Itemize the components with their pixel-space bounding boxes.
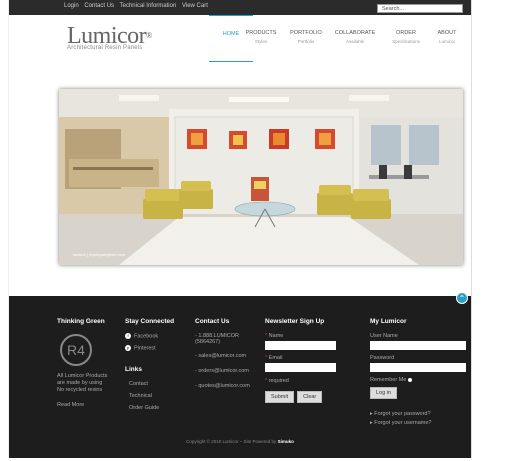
nav-products-sub: Styles (254, 39, 268, 44)
chevron-up-icon: ⌃ (458, 294, 466, 303)
hero-image: lumicor | mystiqueryform.com (59, 89, 463, 265)
contact-heading: Contact Us (195, 318, 230, 325)
nav-portfolio-label: PORTFOLIO (290, 30, 322, 36)
password-input[interactable] (370, 363, 466, 372)
green-text-2: are made by using (57, 380, 103, 386)
green-text-1: All Lumicor Products (57, 373, 108, 379)
nav-collaborate[interactable]: COLLABORATE Available (333, 15, 377, 60)
technical-information-link[interactable]: Technical Information (120, 3, 177, 9)
nav-collaborate-label: COLLABORATE (334, 30, 376, 36)
copyright-text: Copyright © 2010 Lumicor – Site Powered … (186, 439, 277, 444)
remember-me-checkbox[interactable] (407, 377, 412, 382)
view-cart-link[interactable]: View Cart (182, 3, 208, 9)
footer-newsletter: Newsletter Sign Up * Name * Email * requ… (265, 318, 336, 403)
powered-by-link[interactable]: Simuko (278, 439, 294, 444)
newsletter-email-input[interactable] (265, 363, 336, 372)
forgot-password-text: Forgot your password? (374, 411, 431, 417)
nav-collaborate-sub: Available (345, 39, 365, 44)
nav-about-sub: Lumicor (438, 39, 455, 44)
facebook-label: Facebook (134, 333, 159, 340)
contact-us-link[interactable]: Contact Us (84, 3, 114, 9)
footer-thinking-green: Thinking Green R4 All Lumicor Products a… (57, 318, 107, 414)
green-text-3: No recycled resins (57, 387, 103, 393)
read-more-link[interactable]: Read More (57, 402, 107, 408)
registered-mark: ® (146, 31, 152, 40)
nav-products[interactable]: PRODUCTS Styles (239, 15, 283, 60)
nav-order-label: ORDER (396, 30, 416, 36)
order-guide-link[interactable]: Order Guide (125, 405, 174, 411)
contact-link[interactable]: Contact (125, 381, 174, 387)
password-label: Password (370, 355, 395, 361)
scroll-top-button[interactable]: ⌃ (456, 292, 468, 304)
pinterest-icon: p (125, 345, 131, 352)
nav-products-label: PRODUCTS (245, 30, 277, 36)
page-frame: Login Contact Us Technical Information V… (8, 0, 472, 458)
nav-order[interactable]: ORDER Specifications (384, 15, 428, 60)
my-lumicor-heading: My Lumicor (370, 318, 407, 325)
required-note-text: required (268, 378, 289, 384)
username-label: User Name (370, 333, 398, 339)
login-link[interactable]: Login (64, 3, 79, 9)
footer-stay-connected: Stay Connected f Facebook p Pinterest Link… (125, 318, 174, 417)
hero-caption: lumicor | mystiqueryform.com (73, 252, 126, 257)
logo-tagline: Architectural Resin Panels (67, 45, 143, 51)
top-bar: Login Contact Us Technical Information V… (9, 0, 471, 15)
newsletter-name-input[interactable] (265, 341, 336, 350)
top-links: Login Contact Us Technical Information V… (64, 3, 212, 9)
thinking-green-heading: Thinking Green (57, 318, 105, 325)
facebook-icon: f (125, 333, 131, 339)
remember-me-label: Remember Me (370, 377, 407, 383)
r4-recycle-icon: R4 (60, 334, 92, 366)
footer-my-lumicor: My Lumicor User Name Password Remember M… (370, 318, 466, 426)
nav-about[interactable]: ABOUT Lumicor (425, 15, 469, 60)
r4-logo-text: R4 (67, 342, 85, 358)
remember-me: Remember Me (370, 377, 466, 383)
stay-connected-heading: Stay Connected (125, 318, 175, 325)
email-label-text: Email (268, 355, 283, 361)
contact-sales-email[interactable]: - sales@lumicor.com (195, 353, 251, 359)
submit-button[interactable]: Submit (265, 391, 295, 403)
nav-portfolio-sub: Portfolio (297, 39, 315, 44)
required-note: * required (265, 378, 289, 384)
login-button[interactable]: Log in (370, 387, 397, 399)
lobby-illustration (59, 89, 463, 265)
nav-about-label: ABOUT (437, 30, 457, 36)
name-label: * Name (265, 333, 284, 339)
username-input[interactable] (370, 341, 466, 350)
forgot-password-link[interactable]: ▸ Forgot your password? (370, 411, 466, 417)
copyright: Copyright © 2010 Lumicor – Site Powered … (9, 439, 471, 444)
email-label: * Email (265, 355, 283, 361)
contact-quotes-email[interactable]: - quotes@lumicor.com (195, 383, 251, 389)
newsletter-heading: Newsletter Sign Up (265, 318, 325, 325)
facebook-link[interactable]: f Facebook (125, 333, 174, 339)
footer-contact-us: Contact Us - 1.888.LUMICOR (5864267) - s… (195, 318, 251, 395)
pinterest-label: Pinterest (134, 345, 156, 352)
technical-link[interactable]: Technical (125, 393, 174, 399)
nav-order-sub: Specifications (392, 39, 420, 44)
nav-portfolio[interactable]: PORTFOLIO Portfolio (284, 15, 328, 60)
pinterest-link[interactable]: p Pinterest (125, 345, 174, 352)
contact-phone: - 1.888.LUMICOR (5864267) (195, 333, 240, 345)
search-input[interactable]: Search... (377, 4, 463, 13)
contact-orders-email[interactable]: - orders@lumicor.com (195, 368, 251, 374)
links-heading: Links (125, 365, 142, 373)
forgot-username-link[interactable]: ▸ Forgot your username? (370, 420, 466, 426)
forgot-username-text: Forgot your username? (374, 420, 432, 426)
clear-button[interactable]: Clear (297, 391, 323, 403)
name-label-text: Name (268, 333, 284, 339)
